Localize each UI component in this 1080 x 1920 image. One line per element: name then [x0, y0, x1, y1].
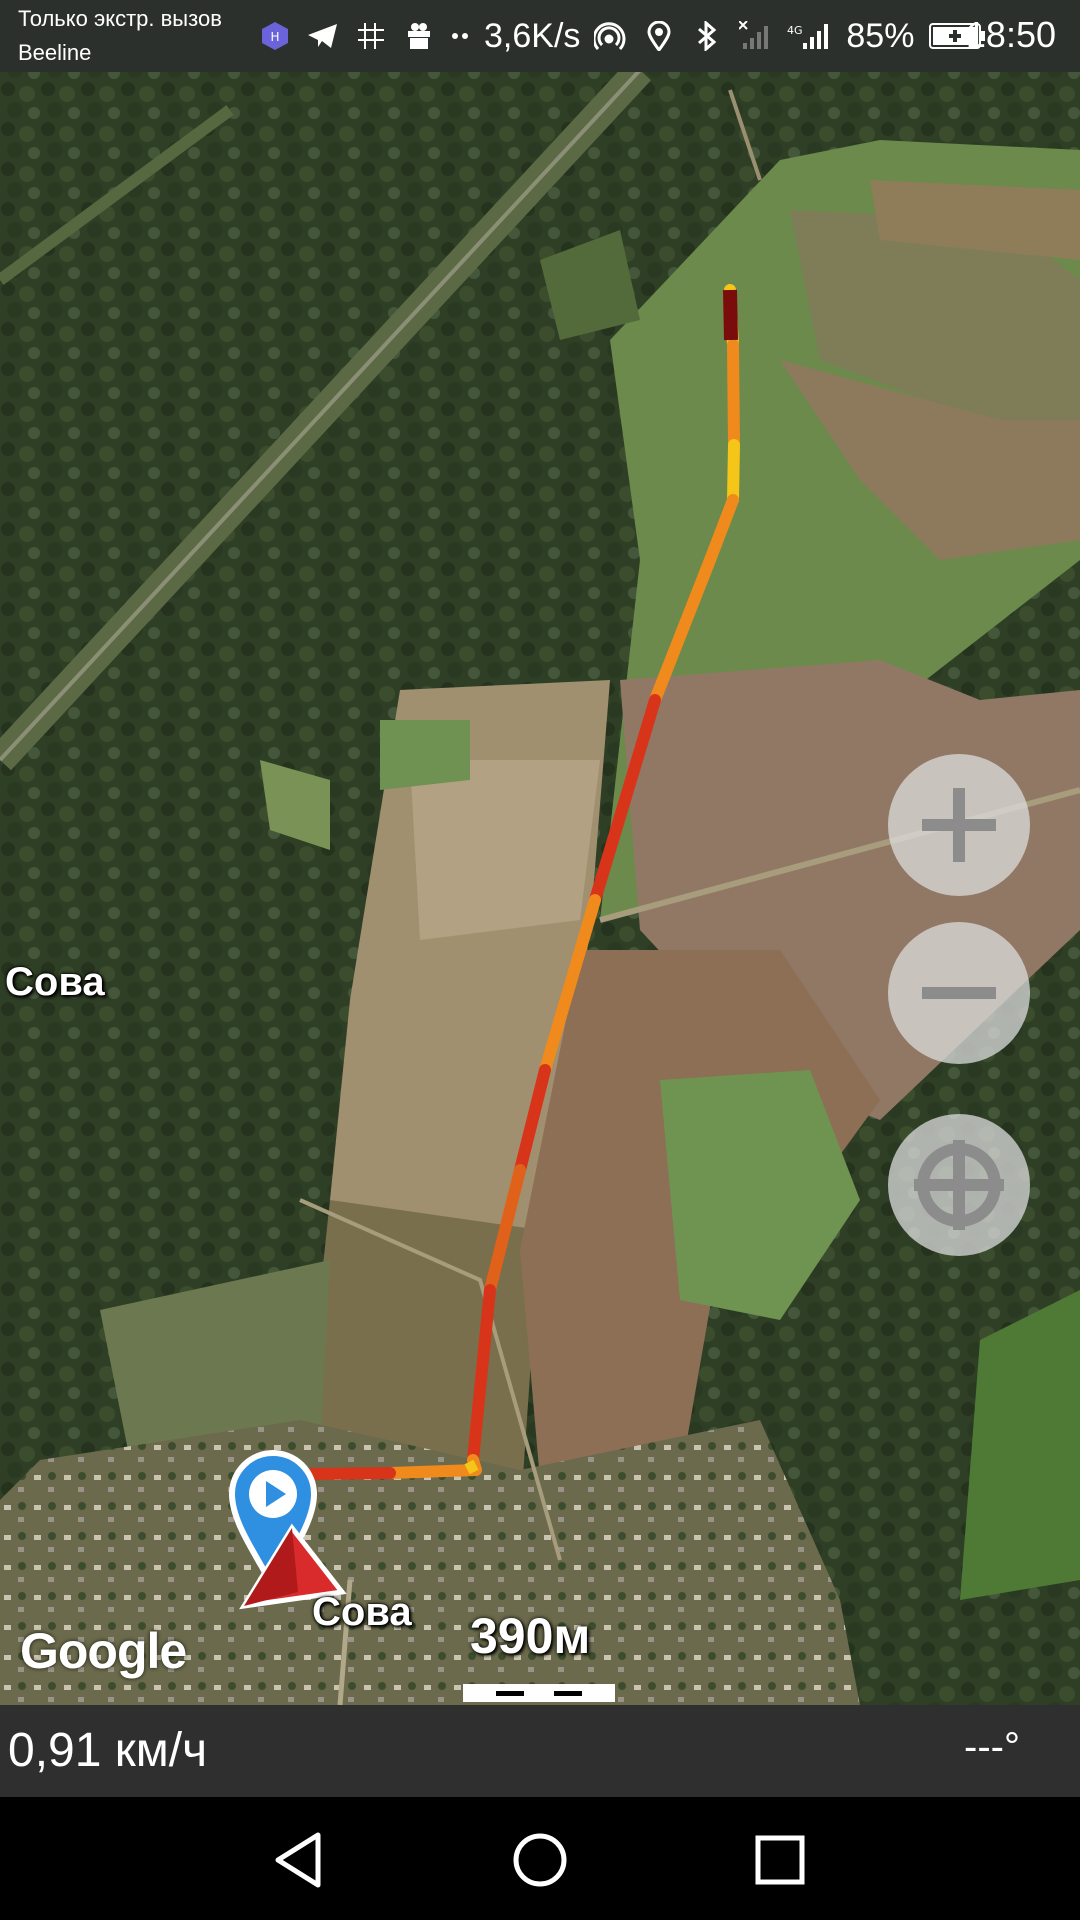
home-icon[interactable]	[505, 1825, 575, 1895]
speed-readout: 0,91 км/ч	[8, 1724, 208, 1777]
no-sim-signal-icon	[738, 19, 772, 53]
svg-text:4G: 4G	[787, 24, 803, 37]
hotspot-icon	[594, 19, 628, 53]
status-icons: H 3,6K/s 4G 85%	[258, 10, 988, 62]
zoom-out-button[interactable]	[888, 922, 1030, 1064]
google-attribution-logo: Google	[20, 1623, 187, 1679]
navigation-bar	[0, 1797, 1080, 1920]
zoom-in-button[interactable]	[888, 754, 1030, 896]
telegram-icon	[306, 19, 340, 53]
recents-icon[interactable]	[745, 1825, 815, 1895]
more-dots-icon	[450, 19, 470, 53]
gift-icon	[402, 19, 436, 53]
plus-icon	[922, 788, 996, 862]
minus-icon	[922, 987, 996, 999]
heading-readout: ---°	[964, 1725, 1020, 1769]
my-location-button[interactable]	[888, 1114, 1030, 1256]
vpn-icon: H	[258, 19, 292, 53]
back-icon[interactable]	[266, 1825, 336, 1895]
status-bar: Только экстр. вызов Beeline H 3,6K/s 4G …	[0, 0, 1080, 72]
info-bar: 0,91 км/ч ---°	[0, 1705, 1080, 1797]
4g-signal-icon: 4G	[786, 19, 832, 53]
carrier-status: Только экстр. вызов	[18, 6, 222, 31]
crosshair-icon	[914, 1140, 1004, 1230]
scale-label: 390м	[470, 1608, 591, 1664]
carrier-name: Beeline	[18, 40, 92, 65]
scale-bar	[463, 1684, 615, 1702]
place-label-sova-west: Сова	[5, 960, 105, 1004]
place-label-sova-village: Сова	[312, 1590, 412, 1634]
network-speed: 3,6K/s	[484, 16, 581, 55]
map-view[interactable]: Сова Сова Google 390м	[0, 72, 1080, 1705]
grid-icon	[354, 19, 388, 53]
location-icon	[642, 19, 676, 53]
battery-percent: 85%	[846, 16, 915, 55]
clock: 18:50	[965, 14, 1056, 55]
bluetooth-icon	[690, 19, 724, 53]
svg-text:H: H	[270, 30, 279, 44]
